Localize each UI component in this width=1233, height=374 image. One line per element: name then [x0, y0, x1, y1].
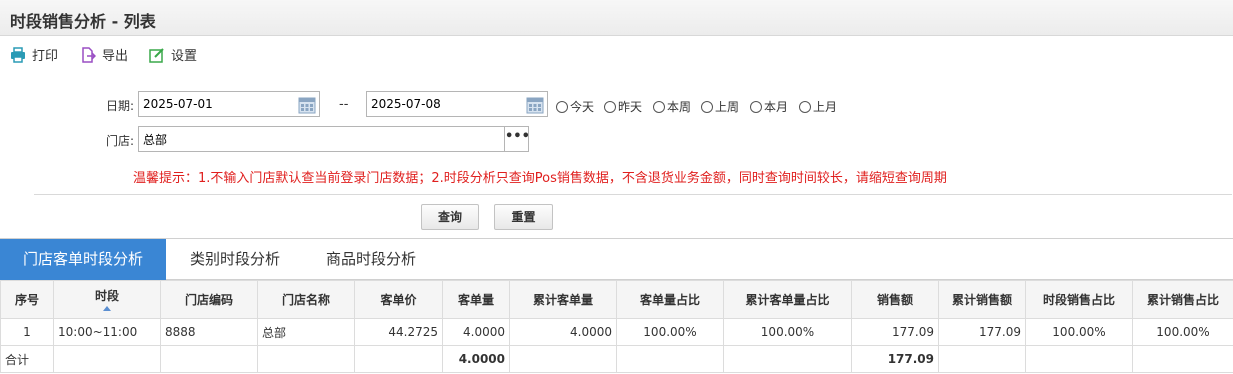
total-sales: 177.09 — [851, 345, 939, 373]
start-date-input[interactable] — [139, 92, 289, 116]
table-cell: 44.2725 — [354, 318, 443, 346]
radio-last-week[interactable]: 上周 — [701, 98, 739, 115]
total-label: 合计 — [0, 345, 54, 373]
radio-yesterday[interactable]: 昨天 — [604, 98, 642, 115]
data-table: 序号 时段 门店编码 门店名称 客单价 客单量 累计客单量 客单量占比 累计客单… — [0, 280, 1233, 373]
date-separator: -- — [339, 97, 349, 112]
table-total-row: 合计 4.0000 177.09 — [0, 345, 1233, 373]
column-header[interactable]: 客单量 — [442, 280, 510, 319]
column-header[interactable]: 时段销售占比 — [1025, 280, 1133, 319]
radio-label: 上周 — [715, 100, 740, 114]
table-cell: 177.09 — [851, 318, 939, 346]
table-cell: 8888 — [160, 318, 258, 346]
calendar-icon[interactable] — [526, 96, 544, 114]
print-button[interactable]: 打印 — [10, 45, 58, 64]
radio-circle[interactable] — [799, 100, 811, 113]
table-cell: 100.00% — [1132, 318, 1233, 346]
table-cell — [616, 345, 724, 373]
reset-button[interactable]: 重置 — [494, 204, 553, 230]
print-label: 打印 — [32, 49, 59, 64]
table-cell — [723, 345, 852, 373]
settings-label: 设置 — [171, 49, 198, 64]
settings-button[interactable]: 设置 — [149, 45, 197, 64]
tab-product-analysis[interactable]: 商品时段分析 — [308, 239, 434, 280]
table-header-row: 序号 时段 门店编码 门店名称 客单价 客单量 累计客单量 客单量占比 累计客单… — [0, 280, 1233, 319]
radio-label: 今天 — [570, 100, 595, 114]
store-picker-button[interactable]: ••• — [504, 126, 530, 152]
table-cell — [1132, 345, 1233, 373]
table-cell: 100.00% — [1025, 318, 1133, 346]
tab-store-customer-analysis[interactable]: 门店客单时段分析 — [0, 239, 166, 280]
column-header[interactable]: 序号 — [0, 280, 54, 319]
radio-last-month[interactable]: 上月 — [799, 98, 837, 115]
total-customer-count: 4.0000 — [442, 345, 510, 373]
radio-circle[interactable] — [701, 100, 713, 113]
toolbar: 打印 导出 设置 — [0, 36, 1233, 72]
export-label: 导出 — [102, 49, 129, 64]
table-cell — [160, 345, 258, 373]
radio-label: 昨天 — [618, 100, 643, 114]
hint-text: 温馨提示：1.不输入门店默认查当前登录门店数据；2.时段分析只查询Pos销售数据… — [133, 171, 947, 186]
calendar-icon[interactable] — [298, 96, 316, 114]
radio-circle[interactable] — [653, 100, 665, 113]
table-cell: 4.0000 — [509, 318, 617, 346]
radio-circle[interactable] — [750, 100, 762, 113]
table-cell — [257, 345, 355, 373]
column-header[interactable]: 门店编码 — [160, 280, 258, 319]
sort-ascending-icon — [103, 306, 111, 311]
table-cell — [509, 345, 617, 373]
settings-icon — [149, 47, 164, 63]
radio-circle[interactable] — [604, 100, 616, 113]
radio-today[interactable]: 今天 — [556, 98, 594, 115]
table-cell — [53, 345, 161, 373]
tab-category-analysis[interactable]: 类别时段分析 — [172, 239, 298, 280]
table-cell: 100.00% — [723, 318, 852, 346]
date-label: 日期: — [106, 99, 135, 113]
table-row[interactable]: 1 10:00~11:00 8888 总部 44.2725 4.0000 4.0… — [0, 318, 1233, 346]
table-cell — [938, 345, 1026, 373]
column-header[interactable]: 累计销售额 — [938, 280, 1026, 319]
printer-icon — [11, 46, 25, 63]
radio-this-week[interactable]: 本周 — [653, 98, 691, 115]
table-cell — [1025, 345, 1133, 373]
title-bar: 时段销售分析 - 列表 — [0, 0, 1233, 36]
tab-bar: 门店客单时段分析 类别时段分析 商品时段分析 — [0, 238, 1233, 280]
radio-label: 上月 — [813, 100, 838, 114]
store-input[interactable] — [139, 127, 499, 151]
end-date-field[interactable] — [366, 91, 548, 117]
table-cell: 100.00% — [616, 318, 724, 346]
store-field[interactable] — [138, 126, 505, 152]
store-label: 门店: — [106, 134, 135, 148]
column-header[interactable]: 销售额 — [851, 280, 939, 319]
radio-circle[interactable] — [556, 100, 568, 113]
column-header[interactable]: 客单量占比 — [616, 280, 724, 319]
column-header-label: 时段 — [94, 289, 119, 303]
radio-label: 本月 — [764, 100, 789, 114]
table-cell: 4.0000 — [442, 318, 510, 346]
page-title: 时段销售分析 - 列表 — [10, 12, 156, 31]
table-cell: 总部 — [257, 318, 355, 346]
export-button[interactable]: 导出 — [80, 45, 128, 64]
column-header[interactable]: 客单价 — [354, 280, 443, 319]
divider — [34, 194, 1232, 195]
column-header[interactable]: 门店名称 — [257, 280, 355, 319]
end-date-input[interactable] — [367, 92, 517, 116]
table-cell: 1 — [0, 318, 54, 346]
radio-this-month[interactable]: 本月 — [750, 98, 788, 115]
query-button[interactable]: 查询 — [421, 204, 479, 230]
table-cell — [354, 345, 443, 373]
column-header[interactable]: 累计销售占比 — [1132, 280, 1233, 319]
column-header-sorted[interactable]: 时段 — [53, 280, 161, 319]
table-cell: 10:00~11:00 — [53, 318, 161, 346]
table-cell: 177.09 — [938, 318, 1026, 346]
column-header[interactable]: 累计客单量 — [509, 280, 617, 319]
start-date-field[interactable] — [138, 91, 320, 117]
radio-label: 本周 — [667, 100, 692, 114]
export-icon — [82, 46, 96, 63]
column-header[interactable]: 累计客单量占比 — [723, 280, 852, 319]
